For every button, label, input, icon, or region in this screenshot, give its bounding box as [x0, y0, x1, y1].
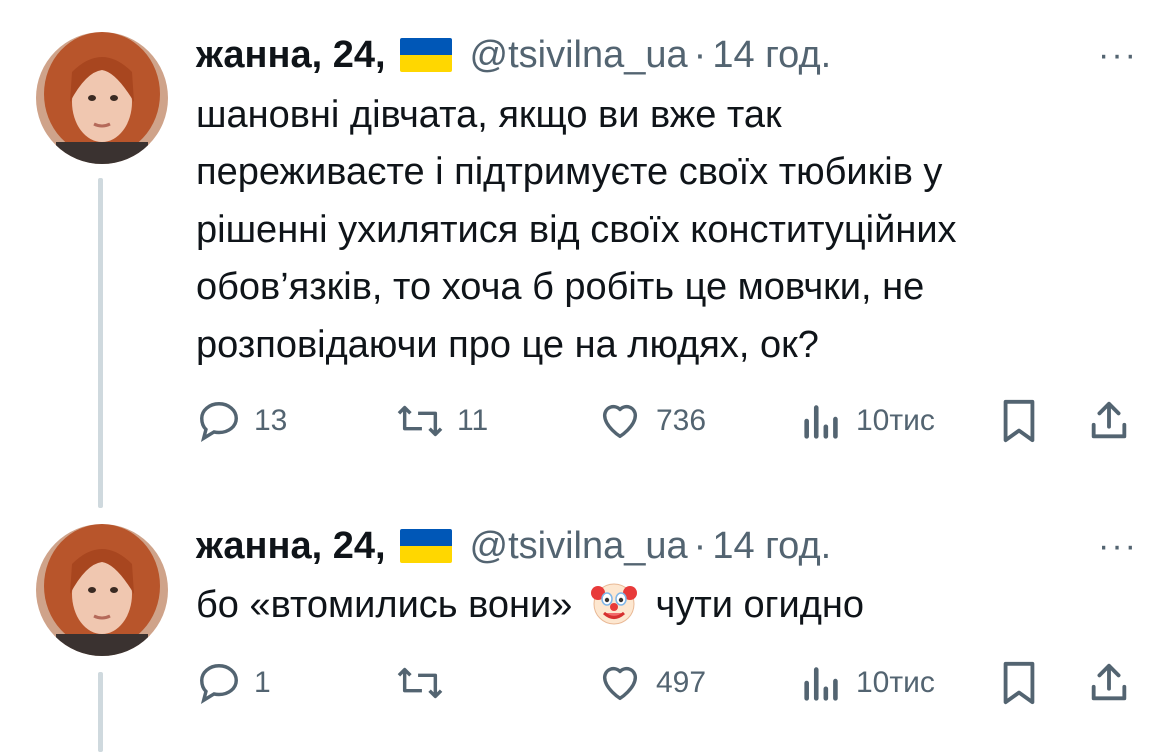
- ukraine-flag-icon: [399, 529, 452, 563]
- views-count: 10тис: [856, 404, 935, 437]
- share-icon: [1091, 663, 1127, 701]
- avatar[interactable]: [36, 32, 168, 164]
- repost-button[interactable]: [395, 660, 457, 706]
- timestamp[interactable]: 14 год.: [712, 34, 831, 77]
- views-count: 10тис: [856, 666, 935, 699]
- more-options-icon[interactable]: ···: [1098, 36, 1138, 75]
- tweet-text: шановні дівчата, якщо ви вже так пережив…: [196, 87, 1146, 374]
- like-button[interactable]: 736: [596, 398, 706, 444]
- reply-icon: [200, 664, 238, 704]
- separator-dot: ·: [693, 33, 707, 76]
- views-button[interactable]: 10тис: [800, 660, 935, 706]
- tweet-header: жанна, 24, @tsivilna_ua · 14 год.: [196, 521, 831, 571]
- tweet-1[interactable]: жанна, 24, @tsivilna_ua · 14 год. ··· ша…: [0, 0, 1164, 508]
- author-handle[interactable]: @tsivilna_ua: [470, 525, 688, 568]
- repost-count: 11: [457, 404, 489, 437]
- bookmark-icon: [1003, 399, 1035, 443]
- timestamp[interactable]: 14 год.: [712, 525, 831, 568]
- share-button[interactable]: [1086, 398, 1132, 444]
- action-bar: 13 11 736 10тис: [0, 396, 1164, 446]
- bookmark-icon: [1003, 661, 1035, 705]
- views-icon: [804, 667, 838, 701]
- tweet-header: жанна, 24, @tsivilna_ua · 14 год.: [196, 30, 831, 80]
- like-count: 497: [656, 666, 707, 699]
- separator-dot: ·: [693, 524, 707, 567]
- clown-face-emoji-icon: [590, 583, 637, 625]
- heart-icon: [602, 666, 638, 701]
- ukraine-flag-icon: [399, 38, 452, 72]
- views-icon: [804, 405, 838, 439]
- repost-icon: [397, 405, 443, 437]
- more-options-icon[interactable]: ···: [1098, 527, 1138, 566]
- tweet-text: бо «втомились вони» чути огидно: [196, 577, 1146, 634]
- reply-icon: [200, 402, 238, 442]
- tweet-text-after: чути огидно: [655, 584, 865, 626]
- views-button[interactable]: 10тис: [800, 398, 935, 444]
- tweet-2[interactable]: жанна, 24, @tsivilna_ua · 14 год. ··· бо…: [0, 500, 1164, 752]
- author-name[interactable]: жанна, 24,: [196, 525, 386, 568]
- share-icon: [1091, 401, 1127, 439]
- reply-button[interactable]: 13: [196, 398, 287, 444]
- tweet-text-line: рішенні ухилятися від своїх конституційн…: [196, 208, 957, 251]
- thread-line: [98, 178, 103, 508]
- avatar-image: [36, 32, 168, 164]
- tweet-text-line: розповідаючи про це на людях, ок?: [196, 323, 819, 366]
- share-button[interactable]: [1086, 660, 1132, 706]
- like-count: 736: [656, 404, 707, 437]
- action-bar: 1 497 10тис: [0, 658, 1164, 708]
- author-handle[interactable]: @tsivilna_ua: [470, 34, 688, 77]
- reply-count: 13: [254, 404, 288, 437]
- tweet-text-line: шановні дівчата, якщо ви вже так: [196, 94, 782, 136]
- repost-button[interactable]: 11: [395, 398, 488, 444]
- tweet-text-line: переживаєте і підтримуєте своїх тюбиків …: [196, 151, 943, 194]
- reply-count: 1: [254, 666, 271, 699]
- avatar[interactable]: [36, 524, 168, 656]
- avatar-image: [36, 524, 168, 656]
- bookmark-button[interactable]: [998, 660, 1040, 706]
- like-button[interactable]: 497: [596, 660, 706, 706]
- repost-icon: [397, 667, 443, 699]
- tweet-text-line: обов’язків, то хоча б робіть це мовчки, …: [196, 266, 925, 309]
- author-name[interactable]: жанна, 24,: [196, 34, 386, 77]
- heart-icon: [602, 404, 638, 439]
- bookmark-button[interactable]: [998, 398, 1040, 444]
- reply-button[interactable]: 1: [196, 660, 271, 706]
- tweet-text-before: бо «втомились вони»: [196, 584, 573, 626]
